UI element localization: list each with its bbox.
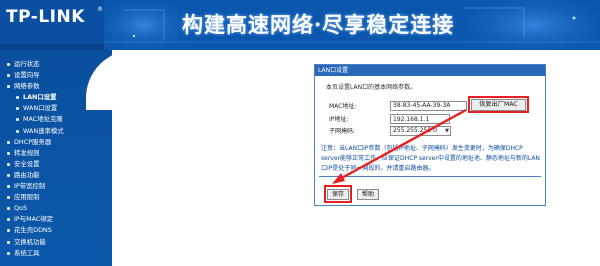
bullet-icon	[7, 196, 10, 200]
bullet-icon	[7, 185, 10, 189]
bullet-icon	[7, 173, 10, 177]
nav-item-label: LAN口设置	[23, 93, 57, 102]
panel-divider	[319, 176, 541, 177]
nav-subitem-wan-speed[interactable]: WAN速率模式	[6, 126, 64, 137]
nav-item-label: IP带宽控制	[14, 182, 46, 191]
nav-item-label: 应用限制	[14, 193, 40, 202]
help-button[interactable]: 帮助	[357, 189, 379, 200]
nav-list: 运行状态 设置向导 网络参数 LAN口设置 WAN口设置 MAC地址克隆 WAN…	[6, 59, 64, 259]
header-banner: TP-LINK ® 构建高速网络·尽享稳定连接	[0, 0, 600, 50]
subnet-mask-label: 子网掩码:	[329, 128, 356, 135]
mac-address-field: 38-83-45-AA-39-3A	[390, 101, 467, 111]
lan-settings-panel: LAN口设置 本页设置LAN口的基本网络参数。 MAC地址: 38-83-45-…	[314, 64, 546, 206]
logo-text: TP-LINK	[6, 7, 85, 27]
nav-item-label: QoS	[14, 204, 27, 213]
nav-item-wizard[interactable]: 设置向导	[6, 70, 64, 81]
nav-subitem-mac-clone[interactable]: MAC地址克隆	[6, 114, 64, 125]
nav-item-network[interactable]: 网络参数	[6, 81, 64, 92]
nav-item-label: WAN速率模式	[23, 126, 64, 135]
nav-item-label: MAC地址克隆	[23, 115, 63, 124]
nav-item-label: 系统工具	[14, 248, 40, 257]
nav-item-label: IP与MAC绑定	[14, 215, 54, 224]
bullet-icon	[7, 85, 10, 89]
bullet-icon	[7, 63, 10, 66]
panel-intro: 本页设置LAN口的基本网络参数。	[326, 84, 417, 91]
logo: TP-LINK ®	[0, 0, 104, 44]
nav-item-label: 交换机功能	[14, 237, 46, 246]
nav-subitem-wan[interactable]: WAN口设置	[6, 103, 64, 114]
nav-item-label: 网络参数	[14, 82, 40, 91]
nav-subitem-lan[interactable]: LAN口设置	[6, 92, 64, 103]
nav-item-system-tools[interactable]: 系统工具	[6, 248, 64, 259]
nav-item-qos[interactable]: QoS	[6, 203, 64, 214]
nav-item-dhcp[interactable]: DHCP服务器	[6, 137, 64, 148]
bullet-icon	[7, 151, 10, 155]
nav-item-label: 设置向导	[14, 71, 40, 80]
nav-item-ddns[interactable]: 花生壳DDNS	[6, 225, 64, 236]
nav-item-forwarding[interactable]: 转发规则	[6, 148, 64, 159]
nav-item-app-limit[interactable]: 应用限制	[6, 192, 64, 203]
nav-item-security[interactable]: 安全设置	[6, 159, 64, 170]
bullet-icon	[7, 162, 10, 166]
nav-item-bandwidth[interactable]: IP带宽控制	[6, 181, 64, 192]
bullet-icon	[16, 96, 19, 100]
bullet-icon	[7, 140, 10, 144]
header-slogan: 构建高速网络·尽享稳定连接	[182, 12, 455, 37]
nav-item-label: WAN口设置	[23, 104, 58, 113]
nav-item-label: 运行状态	[14, 60, 40, 68]
bullet-icon	[16, 129, 19, 133]
nav-item-ip-mac-binding[interactable]: IP与MAC绑定	[6, 214, 64, 225]
panel-title: LAN口设置	[315, 65, 545, 76]
bullet-icon	[7, 74, 10, 78]
bullet-icon	[16, 107, 19, 111]
bullet-icon	[7, 218, 10, 222]
ip-address-input[interactable]	[390, 114, 450, 124]
nav-item-switch[interactable]: 交换机功能	[6, 237, 64, 248]
nav-item-label: 花生壳DDNS	[14, 226, 52, 235]
bullet-icon	[7, 240, 10, 244]
subnet-mask-select[interactable]: 255.255.255.0 ▼	[390, 126, 451, 136]
nav-item-label: 转发规则	[14, 148, 40, 157]
nav-item-status[interactable]: 运行状态	[6, 59, 64, 70]
nav-item-label: 路由功能	[14, 170, 40, 179]
save-button[interactable]: 保存	[327, 189, 349, 200]
nav-item-label: DHCP服务器	[14, 137, 52, 146]
mac-label: MAC地址:	[329, 103, 357, 110]
ip-label: IP地址:	[329, 116, 349, 123]
restore-factory-mac-button[interactable]: 恢复出厂MAC	[471, 99, 526, 111]
chevron-down-icon: ▼	[445, 128, 449, 134]
bullet-icon	[7, 251, 10, 255]
nav-item-routing[interactable]: 路由功能	[6, 170, 64, 181]
bullet-icon	[7, 207, 10, 211]
bullet-icon	[16, 118, 19, 122]
bullet-icon	[7, 229, 10, 233]
nav-item-label: 安全设置	[14, 159, 40, 168]
logo-registered-mark: ®	[97, 6, 103, 13]
subnet-mask-value: 255.255.255.0	[393, 127, 437, 134]
notice-text: 注意：当LAN口IP参数（包括IP地址、子网掩码）发生变更时，为确保DHCP s…	[321, 145, 540, 172]
